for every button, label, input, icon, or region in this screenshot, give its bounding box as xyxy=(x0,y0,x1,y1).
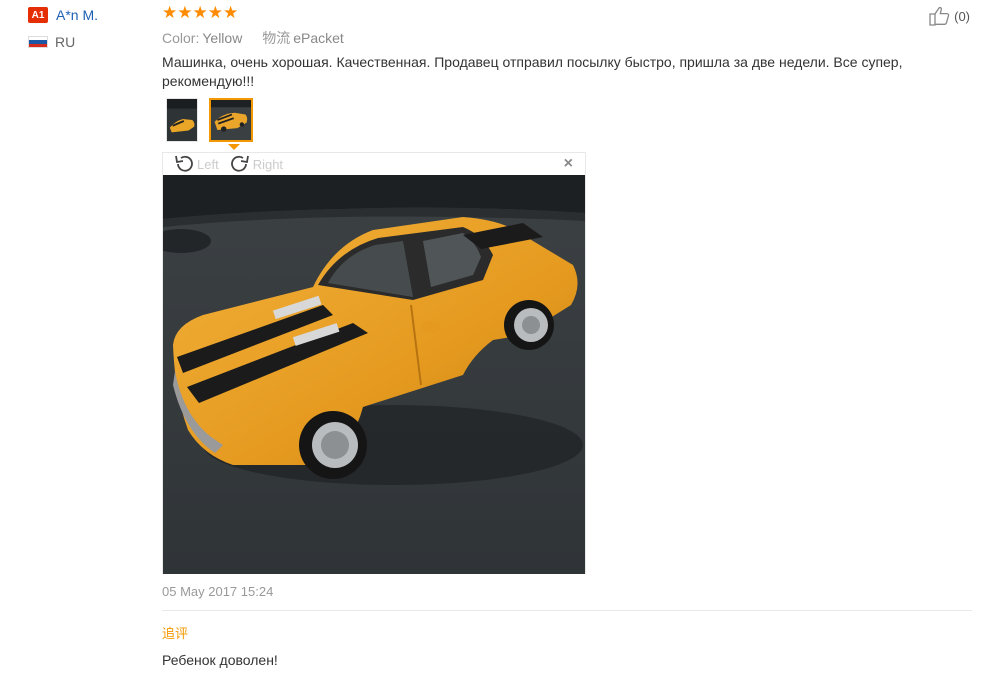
buyer-level-badge: A1 xyxy=(28,7,48,23)
color-label: Color: xyxy=(162,30,200,46)
thumbs-up-icon xyxy=(929,6,950,26)
order-info: Color: Yellow 物流 ePacket xyxy=(162,28,360,48)
reviewer-info: A1 A*n M. RU xyxy=(28,6,98,51)
rotate-left-button[interactable]: Left xyxy=(173,154,219,174)
star-icon: ★ xyxy=(207,3,223,22)
helpful-count: (0) xyxy=(954,8,970,24)
review-text: Машинка, очень хорошая. Качественная. Пр… xyxy=(162,54,903,89)
divider xyxy=(162,610,972,611)
review-thumbnail-1[interactable] xyxy=(166,98,198,142)
star-rating: ★ ★ ★ ★ ★ xyxy=(162,4,238,21)
rotate-right-button[interactable]: Right xyxy=(229,154,283,174)
shipping-value: ePacket xyxy=(293,30,344,46)
rotate-left-label: Left xyxy=(197,156,219,172)
helpful-button[interactable]: (0) xyxy=(929,6,970,26)
color-value: Yellow xyxy=(202,30,243,46)
review-thumbnails xyxy=(166,98,264,142)
rotate-right-icon xyxy=(230,155,249,172)
followup-text: Ребенок доволен! xyxy=(162,652,278,668)
rotate-right-label: Right xyxy=(252,156,284,172)
star-icon: ★ xyxy=(177,3,193,22)
star-icon: ★ xyxy=(223,3,239,22)
followup-label: 追评 xyxy=(162,626,189,641)
review-thumbnail-2[interactable] xyxy=(209,98,253,142)
viewer-toolbar: Left Right × xyxy=(163,153,585,175)
image-viewer: Left Right × xyxy=(162,152,586,574)
star-icon: ★ xyxy=(192,3,208,22)
review-date: 05 May 2017 15:24 xyxy=(162,584,274,599)
reviewer-name[interactable]: A*n M. xyxy=(56,7,98,23)
toy-car-photo xyxy=(163,175,585,574)
russia-flag-icon xyxy=(28,36,48,48)
rotate-left-icon xyxy=(175,155,193,172)
active-thumbnail-pointer xyxy=(228,144,240,150)
car-photo-thumbnail xyxy=(167,99,197,141)
car-photo-thumbnail xyxy=(211,100,251,140)
close-viewer-icon[interactable]: × xyxy=(564,155,573,173)
shipping-label: 物流 xyxy=(262,30,291,46)
reviewer-country: RU xyxy=(55,34,76,50)
star-icon: ★ xyxy=(162,3,178,22)
review-photo[interactable] xyxy=(163,175,585,574)
